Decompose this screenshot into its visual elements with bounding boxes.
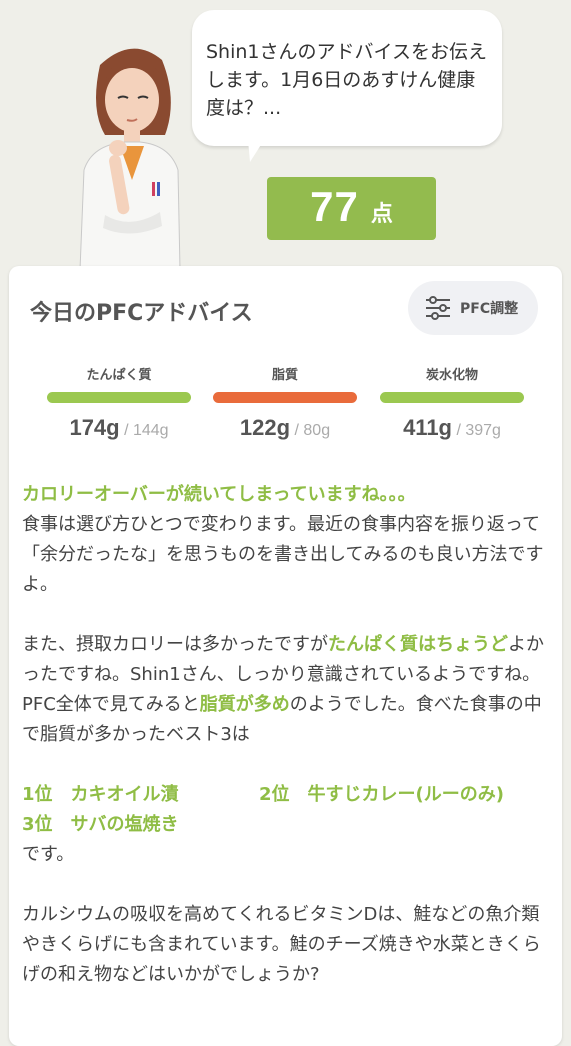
advice-paragraph: また、摂取カロリーは多かったですがたんぱく質はちょうどよかったですね。Shin1… xyxy=(22,634,544,685)
nutrient-label: たんぱく質 xyxy=(86,368,152,383)
advice-headline: カロリーオーバーが続いてしまっていますね。。。 xyxy=(22,484,416,505)
nutrient-value: 122g xyxy=(239,415,291,440)
nutrient-bar xyxy=(213,392,357,403)
pfc-adjust-button[interactable]: PFC調整 xyxy=(408,281,538,335)
nutrient-target: 144g xyxy=(132,422,169,439)
speech-text: Shin1さんのアドバイスをお伝えします。1月6日のあすけん健康度は？... xyxy=(206,41,487,119)
health-score-badge: 77 点 xyxy=(267,177,436,240)
rank-2: 2位 牛すじカレー(ルーのみ) xyxy=(259,784,504,805)
nutrient-fat: 脂質 122g / 80g xyxy=(213,364,357,441)
nutrient-target: 80g xyxy=(303,422,331,439)
sliders-icon xyxy=(426,296,450,320)
nutrient-target: 397g xyxy=(465,422,501,439)
advice-paragraph: PFC全体で見てみると脂質が多めのようでした。食べた食事の中で脂質が多かったベス… xyxy=(22,694,542,745)
advice-paragraph: です。 xyxy=(22,844,75,865)
pfc-adjust-label: PFC調整 xyxy=(460,301,519,317)
nutrient-value: 174g xyxy=(69,415,120,440)
nutrient-bar xyxy=(47,392,191,403)
score-unit: 点 xyxy=(370,202,393,227)
fat-ranking-row: 1位 カキオイル漬 2位 牛すじカレー(ルーのみ) xyxy=(22,780,552,810)
advice-text: カロリーオーバーが続いてしまっていますね。。。 食事は選び方ひとつで変わります。… xyxy=(22,480,552,990)
nutrient-label: 炭水化物 xyxy=(425,368,478,383)
card-title: 今日のPFCアドバイス xyxy=(30,301,253,326)
score-value: 77 xyxy=(310,183,359,230)
nutrient-protein: たんぱく質 174g / 144g xyxy=(47,364,191,441)
pfc-advice-card: 今日のPFCアドバイス PFC調整 たんぱく質 174g / 144g 脂質 1… xyxy=(9,266,562,1046)
nutrient-label: 脂質 xyxy=(271,368,298,383)
doctor-avatar xyxy=(79,48,181,270)
speech-bubble-tail xyxy=(248,140,264,162)
nutrient-bar xyxy=(380,392,524,403)
rank-1: 1位 カキオイル漬 xyxy=(22,784,179,805)
advice-paragraph: 食事は選び方ひとつで変わります。最近の食事内容を振り返って「余分だったな」を思う… xyxy=(22,514,544,595)
nutrient-carbs: 炭水化物 411g / 397g xyxy=(380,364,524,441)
advice-paragraph: カルシウムの吸収を高めてくれるビタミンDは、鮭などの魚介類やきくらげにも含まれて… xyxy=(22,904,541,985)
nutrient-value: 411g xyxy=(403,415,452,440)
speech-bubble: Shin1さんのアドバイスをお伝えします。1月6日のあすけん健康度は？... xyxy=(192,10,502,146)
rank-3: 3位 サバの塩焼き xyxy=(22,814,179,835)
